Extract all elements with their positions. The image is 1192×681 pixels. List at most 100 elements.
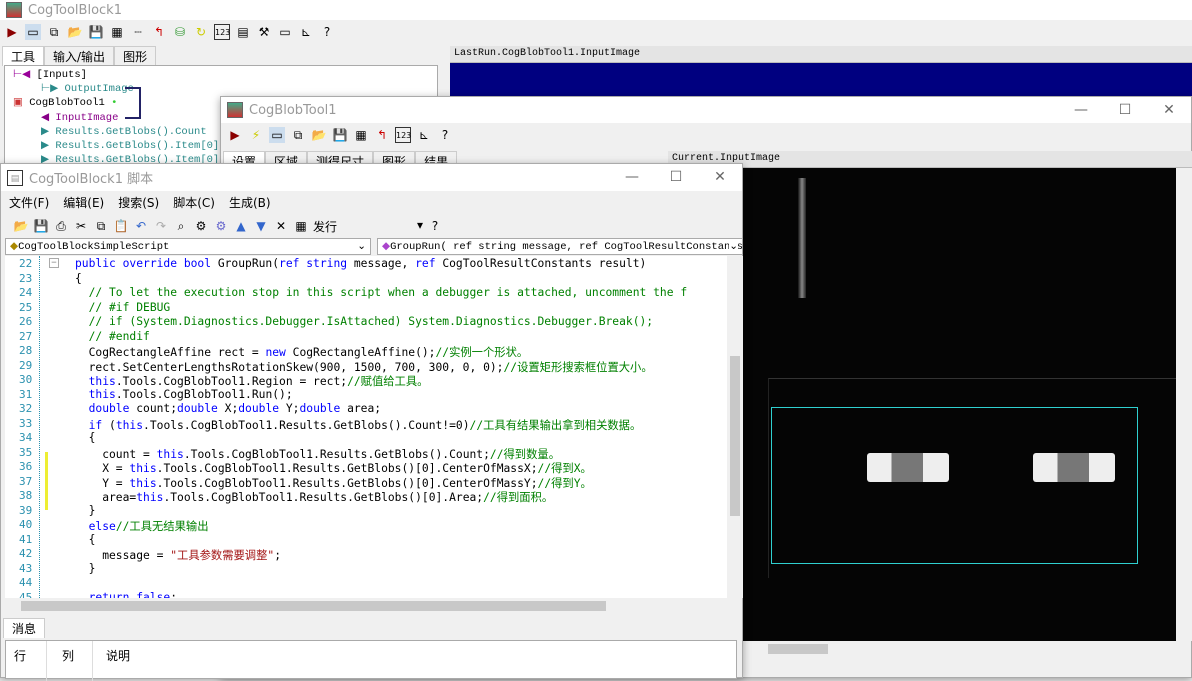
counter-icon[interactable]: 123 <box>395 127 411 143</box>
open-icon[interactable]: 📂 <box>67 24 83 40</box>
horizontal-scrollbar[interactable] <box>668 641 1176 657</box>
tab-tools[interactable]: 工具 <box>2 46 45 66</box>
save-icon[interactable]: 💾 <box>88 24 104 40</box>
image-display[interactable] <box>668 168 1176 641</box>
maximize-button[interactable]: ☐ <box>1103 97 1147 123</box>
copy-icon[interactable]: ⧉ <box>93 218 109 234</box>
lightning-icon[interactable]: ⚡ <box>248 127 264 143</box>
build-config-select[interactable]: 发行 ▾ <box>313 218 423 235</box>
code-line[interactable]: } <box>75 504 96 517</box>
menu-build[interactable]: 生成(B) <box>229 194 271 211</box>
code-line[interactable]: // #endif <box>75 330 150 343</box>
open-icon[interactable]: 📂 <box>13 218 29 234</box>
menu-search[interactable]: 搜索(S) <box>118 194 159 211</box>
column-header-description[interactable]: 说明 <box>106 647 130 664</box>
image-icon[interactable]: ▦ <box>353 127 369 143</box>
menu-script[interactable]: 脚本(C) <box>173 194 215 211</box>
undo-icon[interactable]: ↶ <box>133 218 149 234</box>
tree-item-inputimage[interactable]: ◀ InputImage <box>41 111 118 124</box>
close-button[interactable]: ✕ <box>698 164 742 191</box>
copy-icon[interactable]: ⧉ <box>290 127 306 143</box>
run-icon[interactable]: ▶ <box>227 127 243 143</box>
change-marker <box>45 452 48 510</box>
minimize-button[interactable]: — <box>610 164 654 191</box>
print-icon[interactable]: ⎙ <box>53 218 69 234</box>
copy-icon[interactable]: ⧉ <box>46 24 62 40</box>
database-icon[interactable]: ⛁ <box>172 24 188 40</box>
display-icon[interactable]: ▭ <box>269 127 285 143</box>
tab-messages[interactable]: 消息 <box>3 618 46 638</box>
paste-icon[interactable]: 📋 <box>113 218 129 234</box>
collapse-icon[interactable]: − <box>49 258 59 268</box>
code-line[interactable]: double count;double X;double Y;double ar… <box>75 402 382 415</box>
code-line[interactable]: // #if DEBUG <box>75 301 171 314</box>
code-line[interactable]: { <box>75 431 96 444</box>
run-icon[interactable]: ▶ <box>4 24 20 40</box>
open-icon[interactable]: 📂 <box>311 127 327 143</box>
code-line[interactable]: this.Tools.CogBlobTool1.Run(); <box>75 388 293 401</box>
calibrate-icon[interactable]: ⊾ <box>298 24 314 40</box>
code-line[interactable]: message = "工具参数需要调整"; <box>75 547 281 563</box>
tree-item-inputs[interactable]: ⊢◀ [Inputs] <box>13 68 87 81</box>
code-token: .Tools.CogBlobTool1.Run(); <box>115 387 293 401</box>
code-line[interactable]: { <box>75 272 82 285</box>
current-display-label[interactable]: Current.InputImage <box>668 151 1192 168</box>
terminal-icon[interactable]: ▭ <box>277 24 293 40</box>
dots-icon[interactable]: ┈ <box>130 24 146 40</box>
menu-edit[interactable]: 编辑(E) <box>63 194 104 211</box>
tree-item-cogblobtool1[interactable]: ▣ CogBlobTool1 • <box>13 96 117 109</box>
code-line[interactable]: public override bool GroupRun(ref string… <box>75 257 646 270</box>
display-icon[interactable]: ▭ <box>25 24 41 40</box>
column-header-column[interactable]: 列 <box>62 647 74 664</box>
calendar-icon[interactable]: ▦ <box>293 218 309 234</box>
compile-icon[interactable]: ⚙ <box>213 218 229 234</box>
code-line[interactable]: area=this.Tools.CogBlobTool1.Results.Get… <box>75 489 553 505</box>
tab-graphics[interactable]: 图形 <box>114 46 157 66</box>
code-line[interactable]: return false; <box>75 591 177 599</box>
help-icon[interactable]: ? <box>427 218 443 234</box>
tree-item-outputimage[interactable]: ⊢▶ OutputImage <box>41 82 134 95</box>
code-vertical-scrollbar[interactable] <box>727 256 743 598</box>
class-dropdown[interactable]: ◆CogToolBlockSimpleScript ⌄ <box>5 238 371 255</box>
code-editor[interactable]: − 22 public override bool GroupRun(ref st… <box>5 256 727 598</box>
column-header-line[interactable]: 行 <box>14 647 26 664</box>
cut-icon[interactable]: ✂ <box>73 218 89 234</box>
lastrun-display-label[interactable]: LastRun.CogBlobTool1.InputImage <box>450 46 1192 63</box>
help-icon[interactable]: ? <box>437 127 453 143</box>
find-icon[interactable]: ⌕ <box>173 218 189 234</box>
code-line[interactable]: } <box>75 562 96 575</box>
tools-icon[interactable]: ⚒ <box>256 24 272 40</box>
code-line[interactable]: { <box>75 533 96 546</box>
close-button[interactable]: ✕ <box>1147 97 1191 123</box>
references-icon[interactable]: ⚙ <box>193 218 209 234</box>
maximize-button[interactable]: ☐ <box>654 164 698 191</box>
reset-icon[interactable]: ↰ <box>151 24 167 40</box>
reset-icon[interactable]: ↰ <box>374 127 390 143</box>
calibrate-icon[interactable]: ⊾ <box>416 127 432 143</box>
method-dropdown[interactable]: ◆GroupRun( ref string message, ref CogTo… <box>377 238 743 255</box>
code-line[interactable]: if (this.Tools.CogBlobTool1.Results.GetB… <box>75 417 642 433</box>
delete-icon[interactable]: ✕ <box>273 218 289 234</box>
code-line[interactable]: // To let the execution stop in this scr… <box>75 286 688 299</box>
tree-item-result[interactable]: ▶ Results.GetBlobs().Count <box>41 125 207 138</box>
minimize-button[interactable]: — <box>1059 97 1103 123</box>
region-box[interactable] <box>771 407 1138 564</box>
move-down-icon[interactable]: ▼ <box>253 218 269 234</box>
help-icon[interactable]: ? <box>319 24 335 40</box>
save-icon[interactable]: 💾 <box>332 127 348 143</box>
refresh-icon[interactable]: ↻ <box>193 24 209 40</box>
image-icon[interactable]: ▦ <box>109 24 125 40</box>
tab-io[interactable]: 输入/输出 <box>44 46 115 66</box>
move-up-icon[interactable]: ▲ <box>233 218 249 234</box>
counter-icon[interactable]: 123 <box>214 24 230 40</box>
redo-icon[interactable]: ↷ <box>153 218 169 234</box>
messages-list[interactable]: 行 列 说明 <box>5 640 737 681</box>
vertical-scrollbar[interactable] <box>1176 168 1192 641</box>
script-icon[interactable]: ▤ <box>235 24 251 40</box>
code-horizontal-scrollbar[interactable] <box>5 598 727 614</box>
code-line[interactable]: // if (System.Diagnostics.Debugger.IsAtt… <box>75 315 654 328</box>
tree-item-result[interactable]: ▶ Results.GetBlobs().Item[0].Ce <box>41 139 238 152</box>
save-icon[interactable]: 💾 <box>33 218 49 234</box>
code-token: this <box>129 462 157 475</box>
menu-file[interactable]: 文件(F) <box>9 194 49 211</box>
